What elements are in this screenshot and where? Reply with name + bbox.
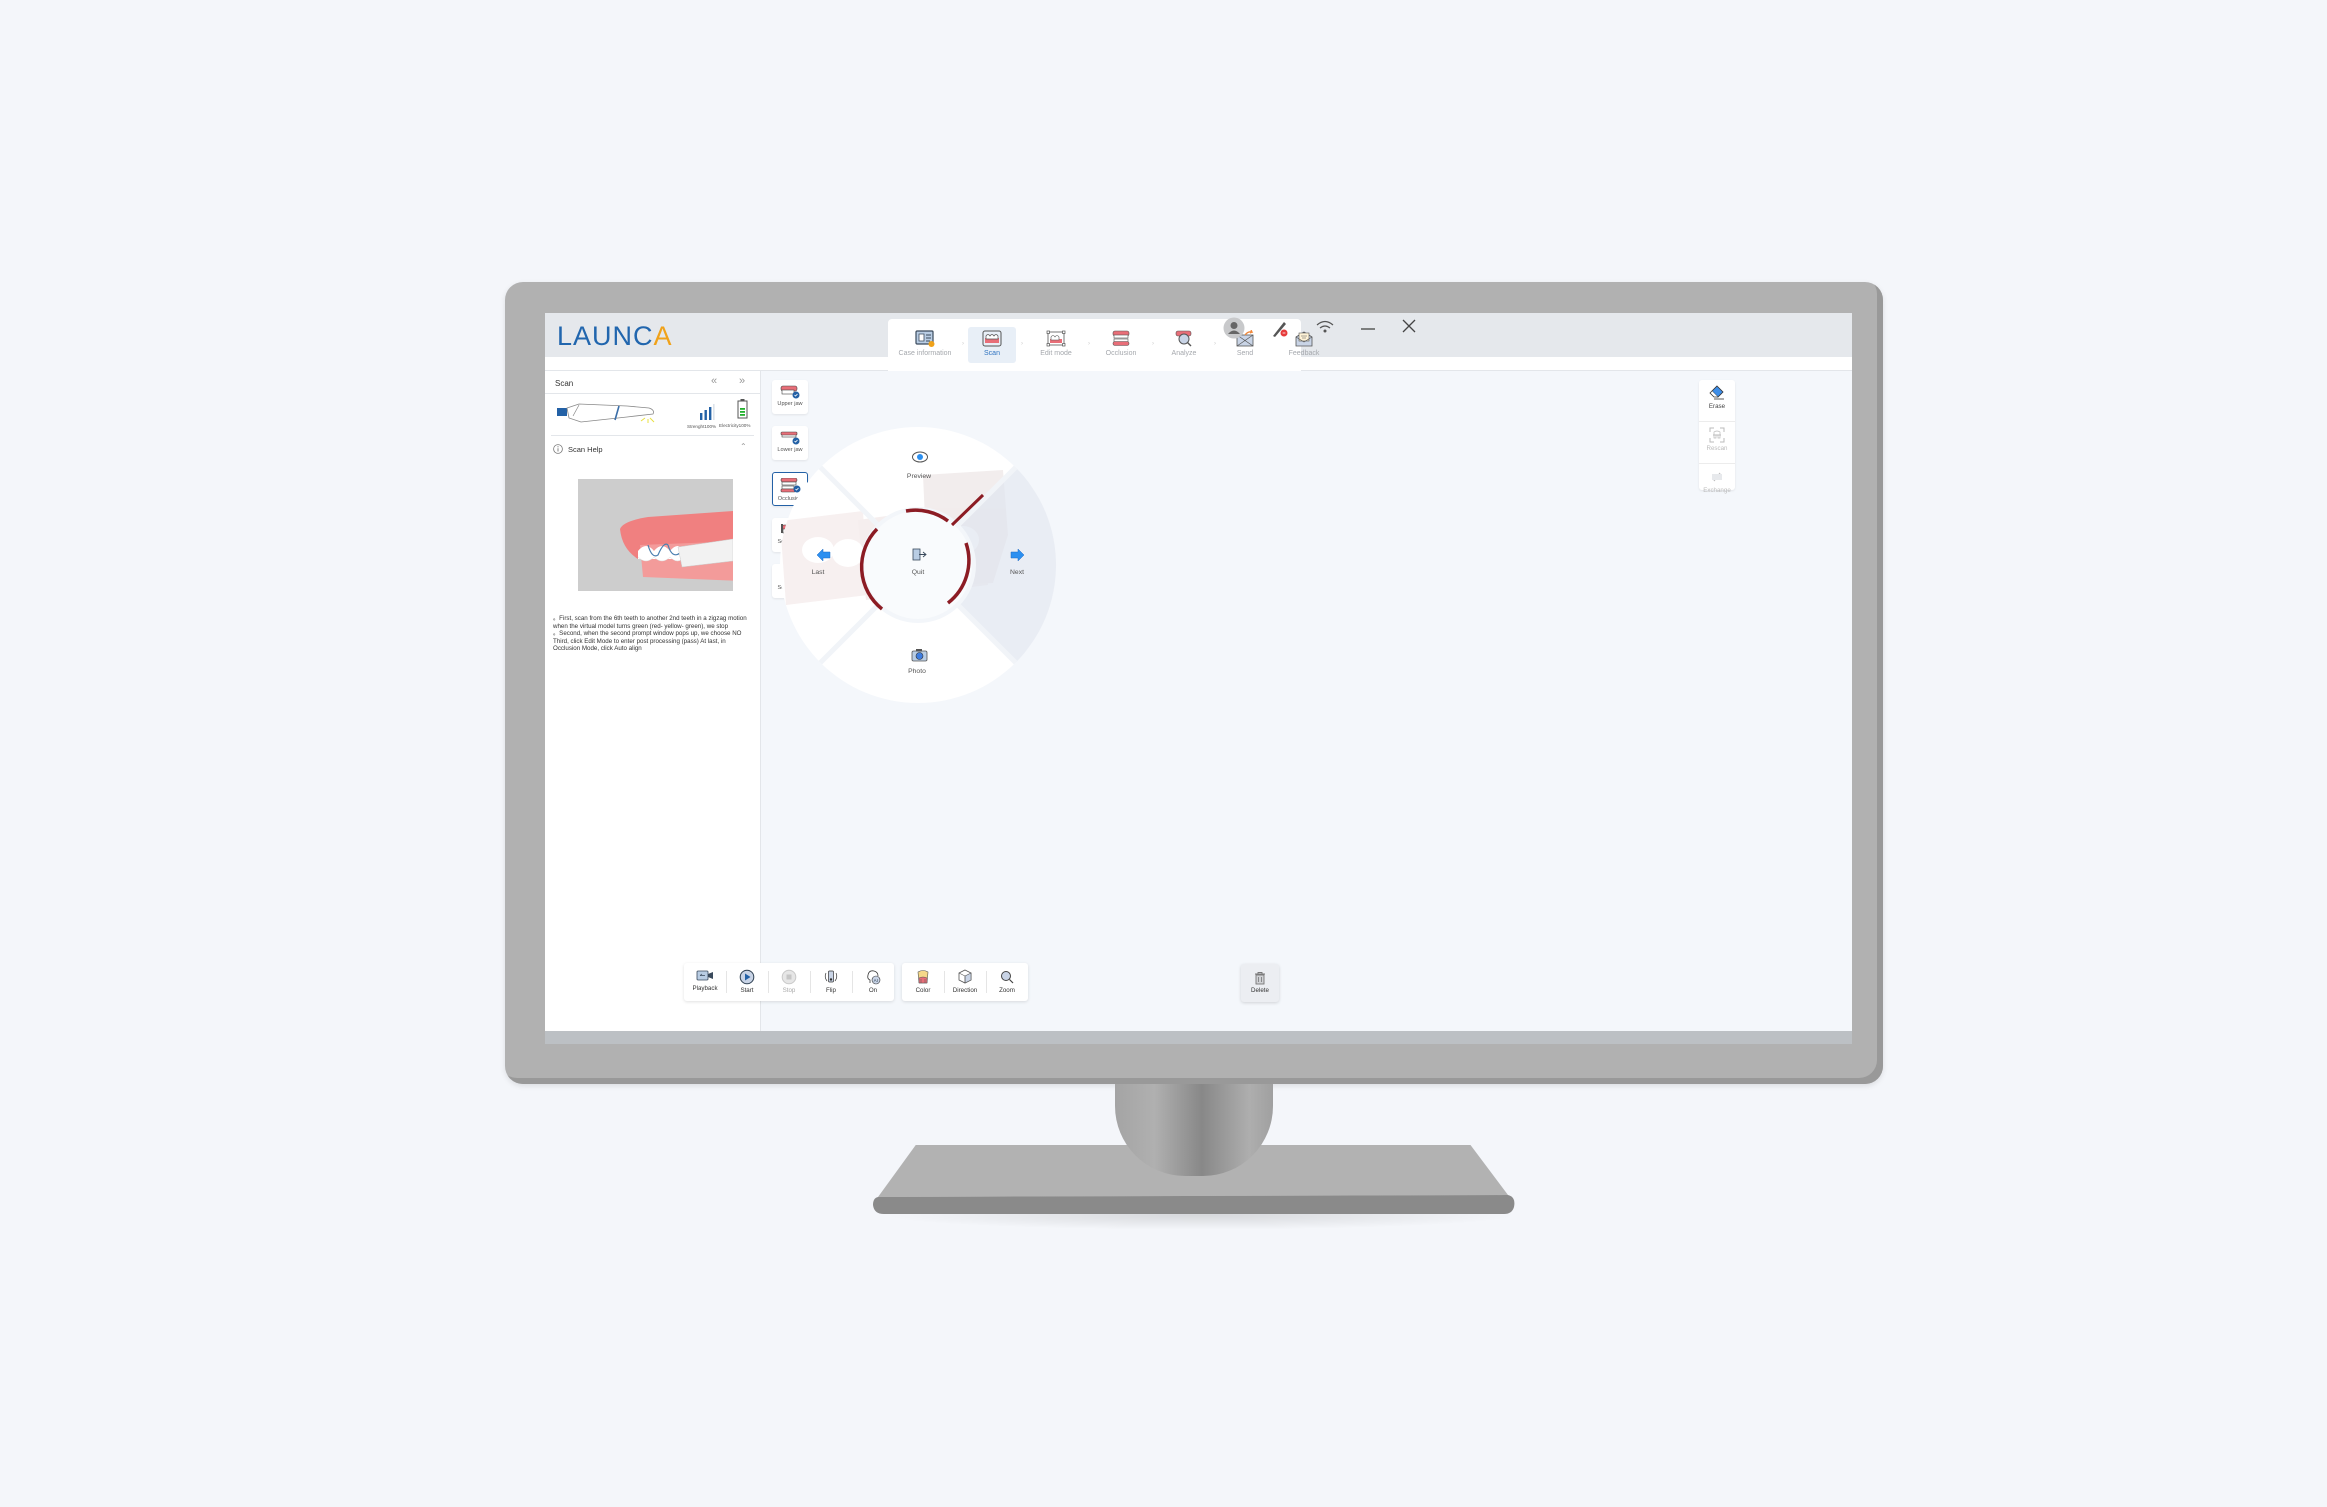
- chevron-up-icon[interactable]: ⌃: [740, 442, 747, 451]
- step-separator: ›: [1021, 341, 1023, 347]
- monitor-frame: LAUNCA Case information › Scan › Edit mo…: [505, 282, 1883, 1084]
- scan-help-header[interactable]: Scan Help ⌃: [545, 436, 760, 462]
- feedback-icon: [1295, 331, 1313, 347]
- edit-tools-panel: Erase Rescan Exchange: [1699, 380, 1735, 494]
- photo-button[interactable]: Photo: [892, 668, 942, 675]
- edit-mode-icon: [1046, 330, 1066, 347]
- tooth-color-icon: [917, 970, 929, 984]
- flip-button[interactable]: Flip: [810, 963, 852, 1001]
- flip-icon: [824, 970, 838, 983]
- direction-button[interactable]: Direction: [944, 963, 986, 1001]
- scan-help-text: 。First, scan from the 6th teeth to anoth…: [553, 615, 753, 653]
- preview-eye-icon[interactable]: [912, 451, 928, 463]
- double-chevron-left-icon[interactable]: «: [711, 375, 717, 387]
- help-step-2: 。Second, when the second prompt window p…: [553, 630, 742, 653]
- occlusion-step-icon: [1112, 330, 1130, 346]
- rescan-button[interactable]: Rescan: [1699, 427, 1735, 464]
- center-disc: [864, 511, 972, 619]
- step-scan[interactable]: Scan: [968, 327, 1016, 363]
- step-case-information[interactable]: Case information: [892, 327, 958, 363]
- launca-logo: LAUNCA: [557, 321, 673, 351]
- scan-step-icon: [982, 330, 1002, 347]
- step-edit-mode[interactable]: Edit mode: [1028, 327, 1084, 363]
- double-chevron-right-icon[interactable]: »: [739, 375, 745, 387]
- monitor-screen: LAUNCA Case information › Scan › Edit mo…: [545, 313, 1852, 1044]
- radial-scan-menu: [780, 427, 1057, 703]
- last-button[interactable]: Last: [793, 569, 843, 576]
- panel-title: Scan: [555, 379, 574, 388]
- rescan-icon: [1709, 427, 1725, 443]
- preview-button[interactable]: Preview: [894, 473, 944, 480]
- zoom-button[interactable]: Zoom: [986, 963, 1028, 1001]
- analyze-icon: [1175, 330, 1192, 347]
- step-occlusion[interactable]: Occlusion: [1093, 327, 1149, 363]
- scan-side-panel: Scan « » Strenght100% Electricity100% Sc…: [545, 371, 761, 1031]
- trash-icon: [1255, 972, 1265, 985]
- intraoral-scanner-icon: [557, 403, 655, 423]
- play-icon: [739, 969, 755, 985]
- start-button[interactable]: Start: [726, 963, 768, 1001]
- step-separator: ›: [1088, 341, 1090, 347]
- quit-button[interactable]: Quit: [893, 569, 943, 576]
- signal-strength-icon: [700, 404, 715, 420]
- case-info-icon: [915, 330, 935, 347]
- next-button[interactable]: Next: [992, 569, 1042, 576]
- minimize-icon[interactable]: [1360, 321, 1376, 339]
- panel-header: Scan « »: [545, 371, 760, 394]
- cube-direction-icon: [958, 969, 972, 984]
- electricity-label: Electricity100%: [719, 423, 751, 428]
- scan-help-title: Scan Help: [568, 445, 603, 454]
- scanner-pen-icon[interactable]: [1270, 318, 1290, 343]
- erase-button[interactable]: Erase: [1699, 385, 1735, 422]
- step-separator: ›: [962, 341, 964, 347]
- magnifier-icon: [1001, 971, 1014, 984]
- photo-camera-icon[interactable]: [911, 649, 928, 662]
- user-avatar-icon[interactable]: [1223, 317, 1245, 344]
- scan-help-illustration: [578, 479, 733, 591]
- step-separator: ›: [1214, 341, 1216, 347]
- info-icon: [553, 444, 563, 454]
- eraser-icon: [1709, 385, 1724, 400]
- step-separator: ›: [1152, 341, 1154, 347]
- close-icon[interactable]: [1401, 318, 1417, 339]
- delete-button[interactable]: Delete: [1241, 964, 1279, 1002]
- playback-button[interactable]: Playback: [684, 963, 726, 1001]
- view-toolbar: Color Direction Zoom: [902, 963, 1028, 1001]
- svg-text:AI: AI: [874, 978, 878, 983]
- step-analyze[interactable]: Analyze: [1157, 327, 1211, 363]
- exchange-button[interactable]: Exchange: [1699, 469, 1735, 506]
- color-button[interactable]: Color: [902, 963, 944, 1001]
- exchange-icon: [1711, 472, 1723, 482]
- wifi-icon[interactable]: [1315, 319, 1335, 340]
- help-step-1: 。First, scan from the 6th teeth to anoth…: [553, 615, 747, 630]
- upper-jaw-icon: [780, 385, 800, 399]
- battery-icon: [737, 399, 748, 419]
- stop-icon: [781, 969, 797, 985]
- tool-upper-jaw[interactable]: Upper jaw: [772, 380, 808, 414]
- scan-app-window: LAUNCA Case information › Scan › Edit mo…: [545, 313, 1852, 1031]
- ai-toggle-button[interactable]: AI On: [852, 963, 894, 1001]
- scan-control-toolbar: Playback Start Stop Flip AI On: [684, 963, 894, 1001]
- ai-head-icon: AI: [867, 970, 881, 985]
- strength-label: Strenght100%: [687, 424, 717, 429]
- scanner-status: Strenght100% Electricity100%: [551, 394, 754, 436]
- stop-button[interactable]: Stop: [768, 963, 810, 1001]
- playback-camera-icon: [696, 970, 713, 981]
